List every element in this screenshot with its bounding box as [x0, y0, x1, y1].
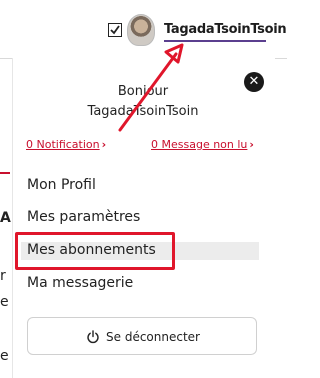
messages-link[interactable]: 0 Message non lu › — [151, 138, 254, 151]
username-underline — [164, 40, 266, 42]
background-text: e — [0, 294, 9, 310]
background-text: A — [0, 210, 11, 226]
notifications-link-label: 0 Notification — [26, 138, 100, 151]
background-page-edge: A r e e — [0, 58, 12, 378]
background-text: r — [0, 268, 6, 284]
background-red-rule — [0, 172, 10, 174]
background-text: e — [0, 348, 9, 364]
username-label[interactable]: TagadaTsoinTsoin — [164, 22, 287, 37]
messages-link-label: 0 Message non lu — [151, 138, 248, 151]
user-dropdown-panel: ✕ Bonjour TagadaTsoinTsoin 0 Notificatio… — [12, 58, 275, 378]
greeting-username: TagadaTsoinTsoin — [87, 104, 199, 119]
power-icon — [87, 330, 99, 344]
menu-item-messaging[interactable]: Ma messagerie — [27, 275, 133, 291]
chevron-right-icon: › — [249, 138, 254, 151]
notifications-link[interactable]: 0 Notification › — [26, 138, 106, 151]
logout-label: Se déconnecter — [106, 330, 200, 344]
checkmark-icon — [110, 25, 120, 35]
annotation-highlight-box — [15, 232, 175, 270]
menu-item-profile[interactable]: Mon Profil — [27, 177, 96, 193]
logout-button[interactable]: Se déconnecter — [27, 317, 257, 355]
greeting-line: Bonjour — [117, 84, 169, 99]
checkbox[interactable] — [108, 23, 122, 37]
avatar[interactable] — [127, 14, 155, 46]
top-bar: TagadaTsoinTsoin — [0, 0, 287, 59]
chevron-right-icon: › — [101, 138, 107, 151]
menu-item-settings[interactable]: Mes paramètres — [27, 209, 140, 225]
